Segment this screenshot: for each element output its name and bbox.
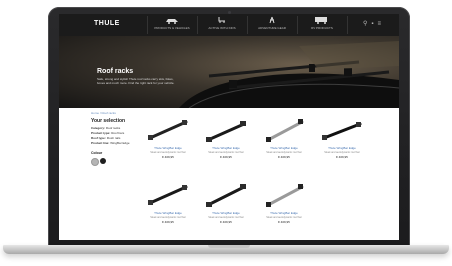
trackpad-notch: [208, 245, 250, 248]
site-logo[interactable]: THULE: [94, 20, 120, 27]
product-price: € 409,95: [278, 155, 290, 159]
nav-label: RV PRODUCTS: [311, 26, 333, 30]
product-description: Sleek and aerodynamic roof bar: [266, 216, 302, 219]
product-name[interactable]: Thule WingBar Edge: [199, 146, 253, 150]
colour-swatch-black[interactable]: [100, 158, 106, 164]
hero-text: Safe, strong and stylish Thule roof rack…: [97, 77, 175, 85]
roof-bar-image: [266, 119, 304, 142]
top-navigation: THULE PRODUCTS & VEHICLES ACTIVE WITH KI…: [59, 14, 399, 36]
nav-label: ACTIVE WITH KIDS: [208, 26, 236, 30]
product-price: € 409,95: [162, 220, 174, 224]
nav-divider: [247, 16, 248, 34]
colour-filter-title: Colour: [91, 151, 103, 155]
product-price: € 409,95: [162, 155, 174, 159]
filter-row[interactable]: Product line: WingBar Edge: [91, 141, 137, 146]
product-description: Sleek and aerodynamic roof bar: [150, 216, 186, 219]
product-card[interactable]: Thule WingBar Edge Sleek and aerodynamic…: [257, 179, 311, 234]
product-price: € 409,95: [336, 155, 348, 159]
browser-screen: THULE PRODUCTS & VEHICLES ACTIVE WITH KI…: [59, 14, 399, 240]
hiking-icon: [249, 16, 295, 26]
filter-label: Product type:: [91, 131, 111, 135]
product-card[interactable]: Thule WingBar Edge Sleek and aerodynamic…: [141, 179, 195, 234]
product-description: Sleek and aerodynamic roof bar: [266, 151, 302, 154]
product-card[interactable]: Thule WingBar Edge Sleek and aerodynamic…: [315, 114, 369, 169]
nav-divider: [347, 16, 348, 34]
laptop-base: [3, 245, 449, 254]
colour-swatch-silver[interactable]: [91, 158, 99, 166]
nav-item-kids[interactable]: ACTIVE WITH KIDS: [199, 16, 245, 36]
product-price: € 409,95: [278, 220, 290, 224]
filter-label: Category:: [91, 126, 106, 130]
nav-tools: ⚲▪≡: [363, 20, 385, 27]
product-card[interactable]: Thule WingBar Edge Sleek and aerodynamic…: [257, 114, 311, 169]
hero-title: Roof racks: [97, 68, 134, 75]
filter-value: WingBar Edge: [110, 141, 130, 145]
filter-label: Product line:: [91, 141, 110, 145]
product-name[interactable]: Thule WingBar Edge: [315, 146, 369, 150]
product-name[interactable]: Thule WingBar Edge: [257, 146, 311, 150]
product-price: € 409,95: [220, 155, 232, 159]
roof-bar-image: [322, 122, 362, 140]
breadcrumb[interactable]: Home / Roof racks: [91, 111, 116, 115]
nav-item-products[interactable]: PRODUCTS & VEHICLES: [149, 16, 195, 36]
stroller-icon: [199, 16, 245, 26]
product-description: Sleek and aerodynamic roof bar: [208, 216, 244, 219]
product-description: Sleek and aerodynamic roof bar: [150, 151, 186, 154]
filter-panel: Your selection Category: Roof racks Prod…: [91, 118, 137, 146]
product-card[interactable]: Thule WingBar Edge Sleek and aerodynamic…: [141, 114, 195, 169]
nav-label: PRODUCTS & VEHICLES: [154, 26, 190, 30]
product-name[interactable]: Thule WingBar Edge: [141, 211, 195, 215]
nav-item-adventure[interactable]: ADVENTURE GEAR: [249, 16, 295, 36]
menu-icon[interactable]: ≡: [377, 21, 385, 27]
nav-divider: [297, 16, 298, 34]
filter-title: Your selection: [91, 118, 126, 124]
product-description: Sleek and aerodynamic roof bar: [324, 151, 360, 154]
nav-divider: [197, 16, 198, 34]
product-name[interactable]: Thule WingBar Edge: [257, 211, 311, 215]
filter-value: Roof racks: [105, 126, 121, 130]
filter-value: Flush rails: [106, 136, 121, 140]
roof-bar-image: [148, 120, 188, 140]
nav-divider: [147, 16, 148, 34]
roof-bar-image: [266, 184, 304, 207]
car-icon: [149, 16, 195, 26]
filter-value: Roof bars: [111, 131, 125, 135]
filter-label: Roof type:: [91, 136, 106, 140]
product-price: € 409,95: [220, 220, 232, 224]
nav-label: ADVENTURE GEAR: [258, 26, 286, 30]
roof-bar-image: [206, 121, 246, 142]
nav-item-rv[interactable]: RV PRODUCTS: [299, 16, 345, 36]
roof-bar-image: [206, 184, 246, 207]
product-name[interactable]: Thule WingBar Edge: [199, 211, 253, 215]
product-card[interactable]: Thule WingBar Edge Sleek and aerodynamic…: [199, 114, 253, 169]
roof-bar-image: [148, 185, 188, 205]
rv-icon: [299, 16, 345, 26]
hero-banner: Roof racks Safe, strong and stylish Thul…: [59, 36, 399, 108]
product-name[interactable]: Thule WingBar Edge: [141, 146, 195, 150]
product-description: Sleek and aerodynamic roof bar: [208, 151, 244, 154]
product-card[interactable]: Thule WingBar Edge Sleek and aerodynamic…: [199, 179, 253, 234]
